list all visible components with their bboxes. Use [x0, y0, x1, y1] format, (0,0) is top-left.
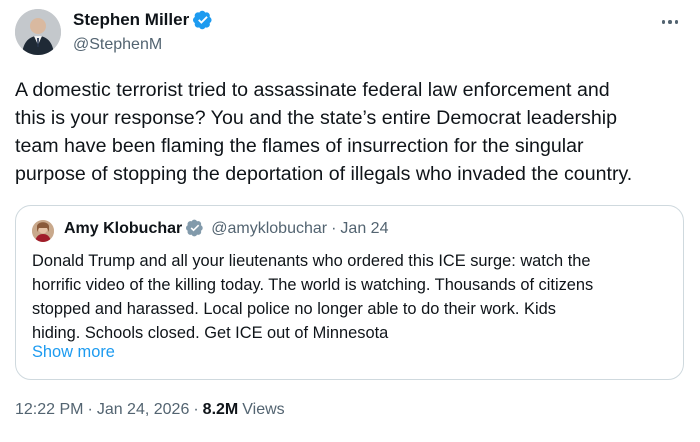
meta-separator: ·	[87, 401, 93, 418]
author-handle[interactable]: @StephenM	[73, 36, 162, 54]
meta-separator: ·	[193, 401, 199, 418]
views-label: Views	[242, 401, 285, 418]
quote-author-avatar[interactable]	[32, 220, 54, 242]
verified-badge-icon[interactable]	[186, 219, 206, 239]
show-more-link[interactable]: Show more	[32, 343, 115, 362]
quote-author-name[interactable]: Amy Klobuchar	[64, 220, 182, 238]
author-name[interactable]: Stephen Miller	[73, 10, 189, 30]
tweet-meta: 12:22 PM · Jan 24, 2026 · 8.2M Views	[15, 401, 285, 419]
quote-header: Amy Klobuchar @amyklobuchar · Jan 24	[64, 219, 388, 239]
quote-author-handle[interactable]: @amyklobuchar	[211, 220, 327, 238]
quote-separator: ·	[331, 220, 337, 237]
views-count: 8.2M	[202, 401, 239, 418]
quote-text: Donald Trump and all your lieutenants wh…	[32, 252, 594, 342]
author-avatar[interactable]	[15, 9, 61, 55]
quote-tweet-card[interactable]: Amy Klobuchar @amyklobuchar · Jan 24 Don…	[15, 205, 684, 380]
verified-badge-icon[interactable]	[193, 10, 213, 30]
tweet-time[interactable]: 12:22 PM	[15, 401, 83, 419]
tweet-date[interactable]: Jan 24, 2026	[97, 401, 190, 419]
quote-date[interactable]: Jan 24	[340, 220, 388, 238]
author-name-row[interactable]: Stephen Miller	[73, 10, 213, 30]
tweet-text: A domestic terrorist tried to assassinat…	[15, 79, 633, 185]
more-options-icon[interactable]	[658, 12, 682, 32]
